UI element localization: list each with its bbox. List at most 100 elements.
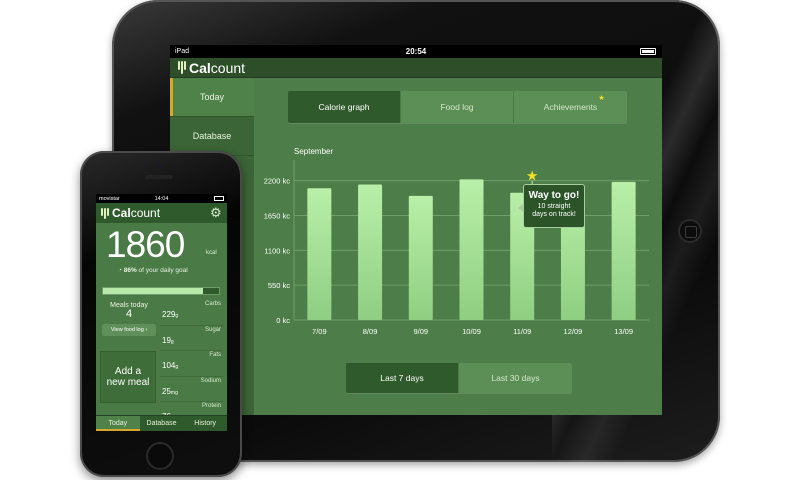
goal-percent: 86% [123, 267, 137, 274]
earpiece-speaker [145, 175, 173, 179]
nutrient-label: Sodium [200, 377, 221, 384]
x-tick-label: 11/09 [513, 327, 531, 336]
add-meal-line-1: Add a [114, 366, 142, 377]
battery-icon [640, 48, 656, 55]
chevron-right-icon: › [145, 327, 148, 333]
logo-text-bold: Cal [189, 59, 211, 76]
battery-icon [214, 196, 224, 201]
tab-label: Database [146, 420, 177, 427]
iphone-tabbar: Today Database History [96, 415, 227, 431]
calorie-chart: September 0 kc 550 kc 1100 kc 1650 kc 2200 kc… [254, 140, 662, 355]
sidebar-item-label: Today [199, 92, 225, 102]
view-food-log-button[interactable]: View food log › [102, 324, 156, 336]
nutrient-unit: g [175, 313, 179, 319]
iphone-status-bar: movistar 14:04 [96, 194, 227, 203]
y-tick-label: 550 kc [268, 281, 290, 290]
nutrient-label: Fats [209, 352, 221, 358]
tab-label: History [194, 420, 217, 427]
meals-value: 4 [125, 308, 133, 320]
front-camera [158, 163, 163, 168]
nutrient-row: Sodium 25mg [160, 377, 223, 402]
y-tick-label: 0 kc [276, 316, 290, 325]
tab-last-30-days[interactable]: Last 30 days [459, 363, 572, 393]
y-tick-label: 2200 kc [264, 177, 291, 186]
nutrient-value: 19g [162, 336, 174, 345]
view-tabs: Calorie graph Food log Achievements ★ [288, 91, 627, 123]
nutrient-amount: 104 [162, 361, 176, 370]
bar-7-09 [307, 188, 332, 320]
iphone-home-button[interactable] [146, 442, 174, 470]
nutrient-amount: 229 [162, 310, 176, 319]
nutrient-unit: g [170, 338, 174, 345]
nutrient-value: 104g [162, 361, 178, 370]
x-tick-label: 12/09 [564, 327, 583, 336]
nutrient-row: Sugar 19g [160, 326, 223, 351]
tab-food-log[interactable]: Food log [401, 91, 514, 123]
app-logo: Cal count [178, 60, 245, 76]
add-meal-line-2: new meal [106, 377, 150, 388]
sidebar-item-today[interactable]: Today [170, 78, 254, 117]
main-panel: Calorie graph Food log Achievements ★ Sep… [254, 78, 662, 415]
y-tick-label: 1100 kc [264, 246, 290, 255]
nutrient-row: Fats 104g [160, 351, 223, 377]
tooltip-line-1: 10 straight [537, 203, 571, 210]
add-meal-button[interactable]: Add a new meal [100, 351, 156, 403]
view-food-log-label: View food log [110, 327, 144, 333]
tab-database[interactable]: Database [140, 416, 184, 431]
tab-label: Achievements [543, 102, 598, 112]
chart-title: September [294, 147, 333, 156]
tab-last-7-days[interactable]: Last 7 days [346, 363, 459, 393]
nutrient-unit: mg [170, 389, 178, 396]
app-header: Cal count [170, 58, 662, 78]
x-tick-label: 7/09 [312, 327, 327, 336]
logo-mark-icon [178, 61, 186, 74]
x-tick-label: 9/09 [413, 327, 428, 336]
achievement-tooltip: Way to go! 10 straight days on track! [518, 184, 585, 228]
ipad-screen: iPad 20:54 Cal count Today Database Calor… [170, 45, 662, 415]
logo-mark-icon [101, 207, 109, 219]
logo-text-rest: count [130, 206, 161, 220]
status-time: 20:54 [405, 47, 427, 56]
calorie-chart-svg: September 0 kc 550 kc 1100 kc 1650 kc 2200 kc… [264, 147, 649, 336]
bar-9-09 [408, 195, 433, 320]
x-tick-label: 8/09 [363, 327, 378, 336]
ipad-home-button[interactable] [678, 219, 702, 243]
star-icon: ★ [526, 168, 539, 184]
logo-text-rest: count [210, 59, 246, 76]
bar-8-09 [358, 184, 383, 320]
calorie-summary: 1860 kcal ◔ 86% of your daily goal [96, 224, 227, 284]
x-tick-label: 10/09 [462, 327, 481, 336]
tab-calorie-graph[interactable]: Calorie graph [288, 91, 401, 123]
tab-label: Calorie graph [318, 102, 370, 112]
gear-icon[interactable]: ⚙ [210, 206, 223, 219]
iphone-screen: movistar 14:04 Cal count ⚙ 1860 kcal ◔ 86… [96, 194, 227, 431]
nutrient-label: Sugar [204, 326, 221, 333]
y-tick-label: 1650 kc [264, 212, 291, 221]
tab-label: Last 30 days [491, 373, 540, 383]
meals-today: Meals today 4 View food log › [100, 302, 158, 344]
logo-text-bold: Cal [112, 206, 131, 220]
nutrient-row: Carbs 229g [160, 300, 223, 326]
tab-history[interactable]: History [183, 416, 227, 431]
nutrient-label: Protein [201, 403, 221, 409]
nutrient-amount: 25 [162, 386, 171, 396]
range-tabs: Last 7 days Last 30 days [346, 363, 572, 393]
ipad-status-bar: iPad 20:54 [170, 45, 662, 58]
tab-today[interactable]: Today [96, 416, 140, 431]
app-header: Cal count ⚙ [96, 203, 227, 223]
iphone-device: movistar 14:04 Cal count ⚙ 1860 kcal ◔ 86… [80, 151, 242, 477]
goal-suffix: of your daily goal [136, 267, 188, 274]
goal-progress-bar [102, 287, 220, 295]
tab-label: Last 7 days [380, 373, 424, 383]
bar-10-09 [459, 179, 484, 320]
nutrient-list: Carbs 229g Sugar 19g Fats 104g Sodium 25… [160, 300, 223, 428]
tab-label: Today [108, 420, 128, 427]
bar-13-09 [611, 181, 636, 320]
goal-progress-fill [103, 288, 203, 294]
tab-achievements[interactable]: Achievements ★ [514, 91, 627, 123]
tab-label: Food log [440, 102, 474, 112]
status-time: 14:04 [154, 195, 169, 202]
nutrient-amount: 19 [162, 335, 171, 345]
goal-text: ◔ 86% of your daily goal [118, 267, 188, 274]
calorie-unit: kcal [206, 250, 217, 256]
